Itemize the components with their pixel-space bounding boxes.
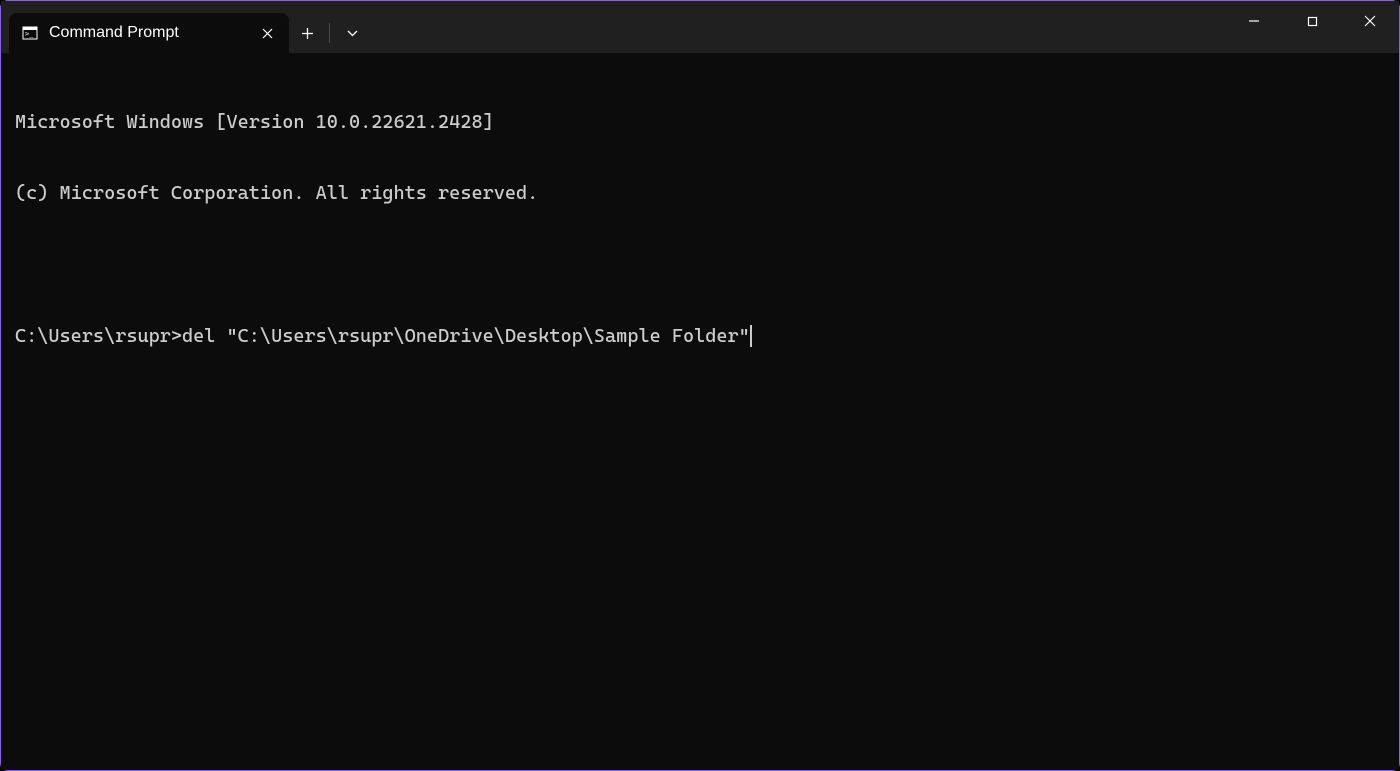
tab-title: Command Prompt [49, 24, 247, 42]
terminal-content[interactable]: Microsoft Windows [Version 10.0.22621.24… [1, 53, 1399, 770]
window-controls [1225, 1, 1399, 41]
titlebar: >_ Command Prompt [1, 1, 1399, 53]
terminal-icon: >_ [21, 24, 39, 42]
minimize-button[interactable] [1225, 1, 1283, 41]
terminal-cursor [750, 325, 752, 347]
svg-text:>_: >_ [25, 30, 34, 38]
terminal-command: del "C:\Users\rsupr\OneDrive\Desktop\Sam… [182, 325, 750, 349]
divider [329, 23, 330, 43]
empty-line [15, 253, 1385, 277]
terminal-prompt-line: C:\Users\rsupr>del "C:\Users\rsupr\OneDr… [15, 325, 1385, 349]
terminal-prompt: C:\Users\rsupr> [15, 325, 182, 349]
tab-dropdown-button[interactable] [334, 15, 370, 51]
terminal-output-line: (c) Microsoft Corporation. All rights re… [15, 182, 1385, 206]
tab-actions [289, 13, 370, 53]
terminal-output-line: Microsoft Windows [Version 10.0.22621.24… [15, 111, 1385, 135]
maximize-button[interactable] [1283, 1, 1341, 41]
close-window-button[interactable] [1341, 1, 1399, 41]
new-tab-button[interactable] [289, 15, 325, 51]
tab-command-prompt[interactable]: >_ Command Prompt [9, 13, 289, 53]
tab-close-button[interactable] [257, 23, 277, 43]
